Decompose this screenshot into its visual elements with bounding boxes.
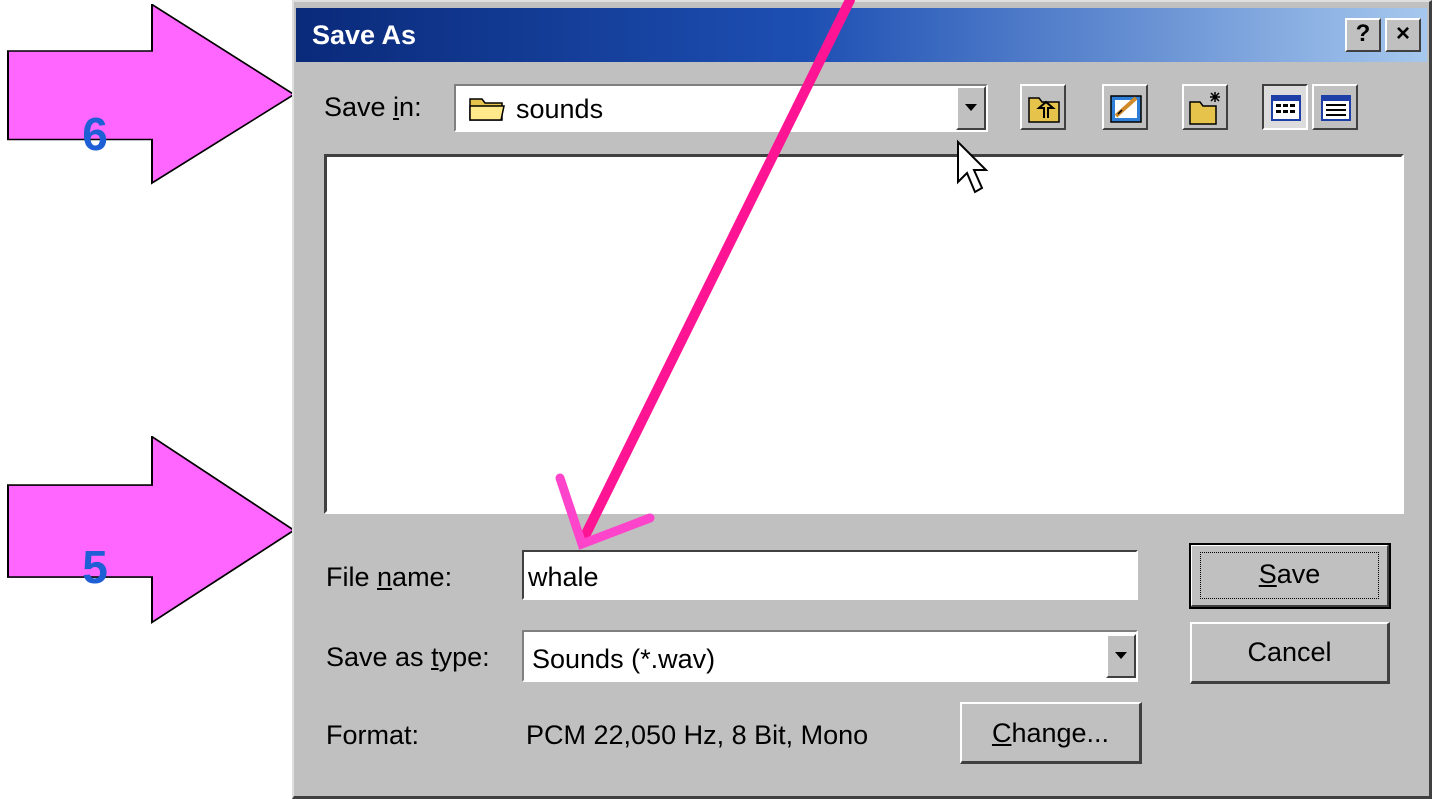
- up-one-level-icon: [1028, 97, 1060, 123]
- change-accel: C: [991, 718, 1012, 748]
- arrow-5-shape: [7, 436, 296, 624]
- chevron-down-icon: [965, 104, 977, 111]
- folder-icon: [469, 98, 505, 121]
- save-as-type-dropdown[interactable]: Sounds (*.wav): [522, 630, 1138, 682]
- details-view-button[interactable]: [1312, 84, 1358, 130]
- up-one-level-button[interactable]: [1020, 84, 1066, 130]
- save-in-label: Save in:: [324, 92, 422, 122]
- file-name-input[interactable]: whale: [522, 550, 1138, 600]
- dialog-title: Save As: [312, 20, 417, 50]
- help-button[interactable]: ?: [1345, 18, 1381, 52]
- view-desktop-icon: [1110, 95, 1142, 123]
- callout-number-6: 6: [82, 108, 108, 160]
- save-in-dropdown-button[interactable]: [956, 86, 986, 130]
- chevron-down-icon: [1115, 652, 1127, 659]
- details-view-icon: [1321, 95, 1351, 121]
- file-name-value: whale: [528, 562, 599, 592]
- create-new-folder-button[interactable]: [1182, 84, 1228, 130]
- format-label: Format:: [326, 720, 420, 750]
- create-new-folder-icon: [1189, 92, 1220, 125]
- save-button[interactable]: Save: [1189, 543, 1391, 609]
- save-as-type-value: Sounds (*.wav): [532, 644, 716, 674]
- file-name-label: File name:: [326, 562, 453, 592]
- save-in-value: sounds: [516, 94, 604, 124]
- view-desktop-button[interactable]: [1102, 84, 1148, 130]
- list-view-button[interactable]: [1262, 84, 1308, 130]
- list-view-icon: [1271, 95, 1301, 121]
- callout-arrow-5: 5: [0, 436, 300, 626]
- change-label: hange...: [1011, 718, 1110, 748]
- format-value: PCM 22,050 Hz, 8 Bit, Mono: [526, 720, 869, 750]
- title-bar: Save As ? ×: [296, 8, 1427, 62]
- callout-arrow-6: 6: [0, 4, 300, 194]
- change-button[interactable]: Change...: [960, 702, 1142, 764]
- save-as-dialog: Save As ? × Save in: sounds File name: w…: [292, 0, 1432, 799]
- arrow-6-shape: [7, 4, 296, 185]
- cancel-button[interactable]: Cancel: [1190, 622, 1390, 684]
- save-in-dropdown[interactable]: sounds: [454, 84, 988, 132]
- save-as-type-label: Save as type:: [326, 642, 490, 672]
- file-list-area[interactable]: [324, 154, 1404, 514]
- focus-indicator: [1200, 552, 1379, 599]
- callout-number-5: 5: [82, 541, 108, 593]
- close-button[interactable]: ×: [1385, 18, 1421, 52]
- save-as-type-dropdown-button[interactable]: [1106, 634, 1136, 678]
